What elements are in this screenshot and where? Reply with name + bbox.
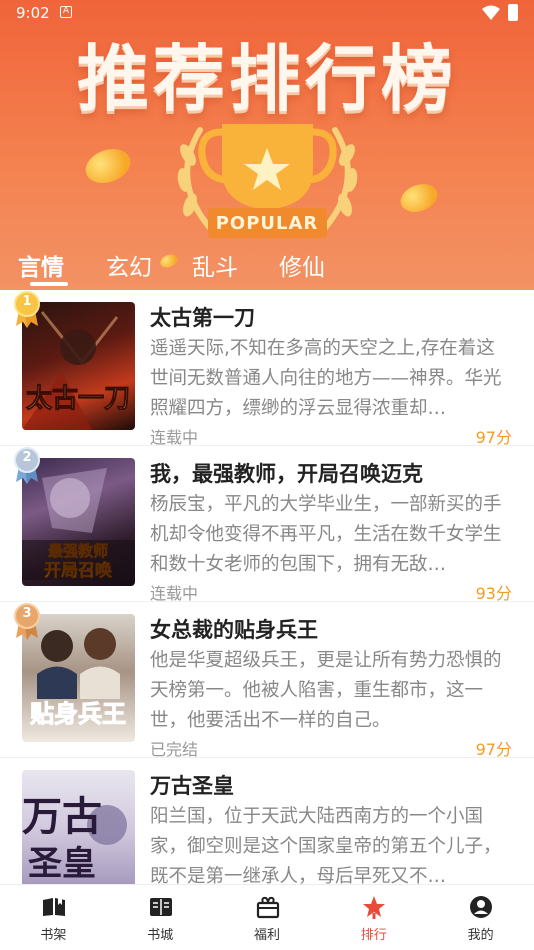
- nav-ranking[interactable]: 排行: [320, 885, 427, 950]
- rank-number: 1: [22, 294, 32, 309]
- coin-decoration: [396, 179, 442, 217]
- nav-bookstore[interactable]: 书城: [107, 885, 214, 950]
- book-description: 杨辰宝，平凡的大学毕业生，一部新买的手机却令他变得不再平凡，生活在数千女学生和数…: [150, 494, 502, 575]
- tab-yanqing[interactable]: 言情: [18, 248, 64, 282]
- book-cover[interactable]: 万古 圣皇: [22, 770, 135, 884]
- book-status: 已完结: [150, 740, 199, 759]
- book-title[interactable]: 女总裁的贴身兵王: [150, 614, 318, 644]
- nav-label: 书城: [147, 928, 174, 943]
- book-status: 连载中: [150, 584, 199, 603]
- popular-badge: POPULAR: [215, 213, 319, 234]
- notification-icon: A: [60, 6, 72, 18]
- svg-text:圣皇: 圣皇: [28, 844, 96, 884]
- nav-label: 书架: [40, 928, 67, 943]
- battery-icon: [508, 4, 518, 21]
- rank-badge-silver: 2: [12, 446, 42, 484]
- book-open-icon: [149, 898, 172, 916]
- bottom-navigation: 书架 书城 福利 排行 我的: [0, 884, 534, 950]
- rank-badge-gold: 1: [12, 290, 42, 328]
- book-status: 连载中: [150, 428, 199, 447]
- book-ranking-list[interactable]: 太古一刀 1 太古第一刀 遥遥天际,不知在多高的天空之上,存在着这世间无数普通人…: [0, 290, 534, 884]
- book-title[interactable]: 我，最强教师，开局召唤迈克: [150, 458, 423, 488]
- list-item[interactable]: 最强教师 开局召唤 2 我，最强教师，开局召唤迈克 杨辰宝，平凡的大学毕业生，一…: [0, 446, 534, 603]
- book-title[interactable]: 万古圣皇: [150, 770, 234, 800]
- book-description: 遥遥天际,不知在多高的天空之上,存在着这世间无数普通人向往的地方——神界。华光照…: [150, 338, 502, 419]
- rank-number: 2: [22, 450, 32, 465]
- nav-bookshelf[interactable]: 书架: [0, 885, 107, 950]
- book-description: 他是华夏超级兵王，更是让所有势力恐惧的天榜第一。他被人陷害，重生都市，这一世，他…: [150, 650, 502, 731]
- cover-art: 万古 圣皇: [22, 793, 127, 884]
- user-icon: [470, 896, 493, 918]
- svg-text:最强教师: 最强教师: [48, 542, 108, 560]
- nav-welfare[interactable]: 福利: [214, 885, 321, 950]
- rank-badge-bronze: 3: [12, 602, 42, 640]
- nav-label: 我的: [467, 928, 494, 943]
- list-item[interactable]: 万古 圣皇 万古圣皇 阳兰国，位于天武大陆西南方的一个小国家，御空则是这个国家皇…: [0, 758, 534, 884]
- book-score: 93分: [475, 584, 512, 603]
- nav-label: 福利: [253, 928, 280, 943]
- star-rank-icon: [363, 896, 386, 919]
- gift-icon: [256, 896, 279, 919]
- book-score: 97分: [475, 740, 512, 759]
- svg-text:贴身兵王: 贴身兵王: [30, 700, 126, 728]
- coin-decoration: [80, 143, 136, 189]
- nav-mine[interactable]: 我的: [427, 885, 534, 950]
- tab-luandou[interactable]: 乱斗: [192, 248, 238, 282]
- bookshelf-icon: [43, 898, 65, 916]
- category-tabs: 言情 玄幻 乱斗 修仙: [0, 240, 534, 290]
- wifi-icon: [482, 5, 500, 20]
- svg-text:万古: 万古: [22, 793, 102, 840]
- svg-text:开局召唤: 开局召唤: [44, 560, 112, 581]
- svg-text:太古一刀: 太古一刀: [26, 384, 130, 414]
- book-score: 97分: [475, 428, 512, 447]
- nav-label: 排行: [360, 928, 387, 943]
- active-tab-indicator: [30, 282, 68, 286]
- book-description: 阳兰国，位于天武大陆西南方的一个小国家，御空则是这个国家皇帝的第五个儿子，既不是…: [150, 806, 502, 884]
- tab-xiuxian[interactable]: 修仙: [279, 248, 325, 282]
- rank-number: 3: [22, 606, 32, 621]
- book-title[interactable]: 太古第一刀: [150, 302, 255, 332]
- list-item[interactable]: 太古一刀 1 太古第一刀 遥遥天际,不知在多高的天空之上,存在着这世间无数普通人…: [0, 290, 534, 447]
- tab-xuanhuan[interactable]: 玄幻: [106, 248, 152, 282]
- list-item[interactable]: 贴身兵王 3 女总裁的贴身兵王 他是华夏超级兵王，更是让所有势力恐惧的天榜第一。…: [0, 602, 534, 759]
